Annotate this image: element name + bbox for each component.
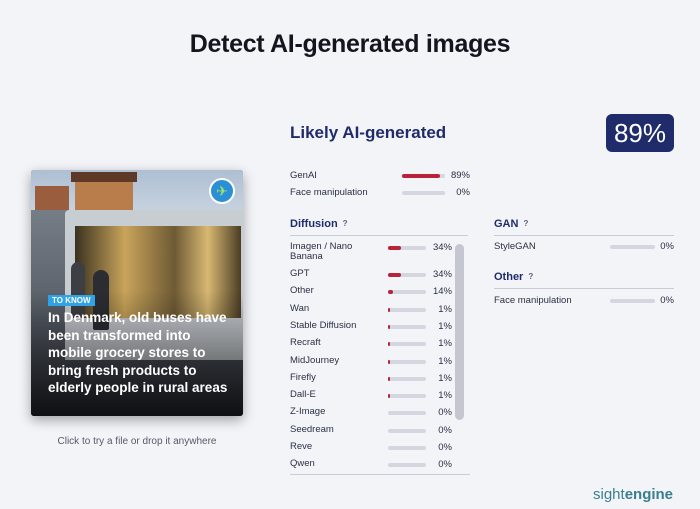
score-row: Qwen 0% — [290, 458, 452, 479]
score-bar — [388, 394, 426, 399]
score-row: Imagen / Nano Banana 34% — [290, 241, 452, 262]
help-icon[interactable]: ? — [343, 219, 348, 228]
score-bar — [388, 446, 426, 450]
score-percent: 89% — [450, 170, 470, 181]
score-percent: 0% — [438, 442, 452, 453]
score-label: Face manipulation — [290, 187, 368, 198]
score-bar-fill — [388, 246, 401, 250]
score-label: Other — [290, 285, 314, 297]
airplane-globe-icon: ✈ — [209, 178, 235, 204]
image-headline: In Denmark, old buses have been transfor… — [48, 310, 228, 395]
help-icon[interactable]: ? — [528, 272, 533, 281]
score-label: Recraft — [290, 337, 321, 349]
score-percent: 0% — [660, 241, 674, 252]
brand-logo[interactable]: sightengine — [593, 486, 673, 503]
brand-part: sight — [593, 486, 625, 503]
score-percent: 0% — [438, 459, 452, 471]
score-label: Qwen — [290, 458, 315, 470]
other-divider — [494, 288, 674, 289]
sample-image-card[interactable]: ✈ TO KNOW In Denmark, old buses have bee… — [31, 170, 243, 416]
score-bar — [402, 174, 445, 178]
score-percent: 34% — [432, 269, 452, 280]
score-bar — [388, 290, 426, 295]
score-percent: 1% — [438, 338, 452, 350]
score-percent: 1% — [438, 303, 452, 315]
score-label: Dall-E — [290, 389, 316, 401]
score-bar-fill — [388, 394, 390, 399]
image-house-left — [35, 186, 69, 212]
score-row: Face manipulation 0% — [494, 295, 674, 315]
diffusion-section-title: Diffusion? — [290, 218, 348, 230]
score-label: Seedream — [290, 423, 334, 435]
score-bar — [388, 411, 426, 416]
image-house — [75, 178, 133, 212]
score-bar — [402, 191, 445, 195]
score-percent: 0% — [438, 424, 452, 436]
score-label: Reve — [290, 441, 313, 452]
diffusion-list-bottom — [290, 474, 470, 475]
score-bar — [388, 307, 426, 312]
score-bar — [388, 273, 426, 277]
image-roof — [71, 172, 137, 182]
score-bar — [388, 246, 426, 250]
score-percent: 1% — [438, 372, 452, 384]
score-label: Imagen / Nano Banana — [290, 241, 353, 262]
score-percent: 0% — [660, 295, 674, 306]
score-bar-fill — [388, 273, 401, 277]
help-icon[interactable]: ? — [523, 219, 528, 228]
score-label: Wan — [290, 302, 310, 314]
score-percent: 34% — [432, 242, 452, 253]
score-bar — [388, 376, 426, 381]
gan-section-title: GAN? — [494, 218, 528, 230]
score-percent: 0% — [456, 187, 470, 198]
page-title: Detect AI-generated images — [189, 30, 511, 58]
gan-divider — [494, 235, 674, 236]
score-label: Z-Image — [290, 406, 326, 418]
score-bar-fill — [388, 359, 390, 364]
score-percent: 0% — [438, 407, 452, 419]
score-bar-fill — [388, 307, 390, 312]
score-bar-fill — [388, 342, 390, 347]
score-row: StyleGAN 0% — [494, 241, 674, 261]
score-percent: 14% — [432, 286, 452, 298]
score-percent: 1% — [438, 390, 452, 402]
diffusion-scrollbar-thumb[interactable] — [455, 244, 464, 420]
score-row: Face manipulation 0% — [290, 187, 480, 207]
score-bar-fill — [388, 376, 390, 381]
score-bar — [388, 463, 426, 468]
score-label: Firefly — [290, 371, 316, 383]
score-percent: 1% — [438, 355, 452, 367]
upload-hint[interactable]: Click to try a file or drop it anywhere — [31, 436, 243, 447]
score-label: Face manipulation — [494, 295, 572, 306]
score-badge: 89% — [606, 114, 674, 152]
brand-part: engine — [624, 486, 674, 503]
score-label: Stable Diffusion — [290, 319, 357, 331]
score-label: StyleGAN — [494, 241, 536, 252]
other-title: Other — [494, 271, 524, 283]
score-percent: 1% — [438, 320, 452, 332]
score-bar — [388, 359, 426, 364]
score-bar-fill — [402, 174, 441, 178]
score-bar-fill — [388, 324, 390, 329]
verdict-label: Likely AI-generated — [290, 123, 447, 142]
gan-title: GAN — [494, 218, 519, 230]
score-bar — [388, 428, 426, 433]
score-bar-fill — [388, 290, 394, 295]
score-bar — [388, 342, 426, 347]
to-know-tag: TO KNOW — [48, 295, 95, 306]
score-bar — [388, 324, 426, 329]
diffusion-divider — [290, 235, 468, 236]
diffusion-title: Diffusion — [290, 218, 338, 230]
other-section-title: Other? — [494, 271, 533, 283]
score-label: MidJourney — [290, 354, 340, 366]
score-label: GPT — [290, 268, 310, 279]
score-label: GenAI — [290, 170, 317, 181]
